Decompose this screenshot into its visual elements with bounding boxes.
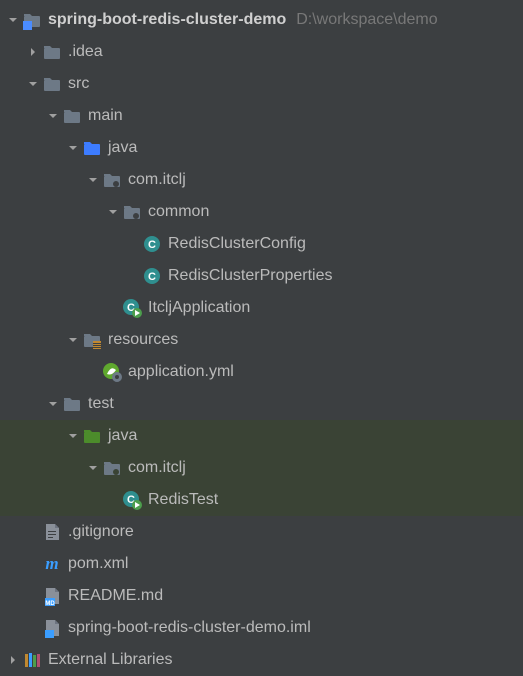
source-folder-icon [82, 138, 102, 158]
class-icon: C [142, 266, 162, 286]
tree-row-file[interactable]: C RedisClusterConfig [0, 228, 523, 260]
tree-row-file[interactable]: C RedisClusterProperties [0, 260, 523, 292]
tree-label: com.itclj [128, 459, 186, 477]
package-icon [122, 202, 142, 222]
libraries-icon [22, 650, 42, 670]
project-path: D:\workspace\demo [296, 11, 437, 29]
tree-row-external-libraries[interactable]: External Libraries [0, 644, 523, 676]
tree-row-src[interactable]: src [0, 68, 523, 100]
tree-row-common[interactable]: common [0, 196, 523, 228]
markdown-icon: MD [42, 586, 62, 606]
tree-label: java [108, 139, 137, 157]
chevron-down-icon[interactable] [44, 399, 62, 409]
tree-row-file[interactable]: C RedisTest [0, 484, 523, 516]
folder-icon [62, 394, 82, 414]
tree-label: resources [108, 331, 178, 349]
class-runnable-icon: C [122, 490, 142, 510]
folder-icon [42, 74, 62, 94]
folder-icon [62, 106, 82, 126]
tree-row-java-test[interactable]: java [0, 420, 523, 452]
chevron-down-icon[interactable] [104, 207, 122, 217]
module-folder-icon [22, 10, 42, 30]
tree-label: common [148, 203, 209, 221]
text-file-icon [42, 522, 62, 542]
svg-text:C: C [148, 271, 156, 283]
class-runnable-icon: C [122, 298, 142, 318]
chevron-down-icon[interactable] [84, 175, 102, 185]
tree-row-package-main[interactable]: com.itclj [0, 164, 523, 196]
tree-label: RedisTest [148, 491, 218, 509]
tree-label: .idea [68, 43, 103, 61]
tree-label: spring-boot-redis-cluster-demo.iml [68, 619, 311, 637]
project-name: spring-boot-redis-cluster-demo [48, 11, 286, 29]
tree-label: application.yml [128, 363, 234, 381]
resources-folder-icon [82, 330, 102, 350]
tree-row-resources[interactable]: resources [0, 324, 523, 356]
tree-row-java-main[interactable]: java [0, 132, 523, 164]
svg-text:MD: MD [45, 601, 55, 606]
package-icon [102, 170, 122, 190]
tree-row-file[interactable]: application.yml [0, 356, 523, 388]
tree-label: RedisClusterProperties [168, 267, 333, 285]
tree-label: .gitignore [68, 523, 134, 541]
module-file-icon [42, 618, 62, 638]
tree-label: java [108, 427, 137, 445]
project-tree: spring-boot-redis-cluster-demo D:\worksp… [0, 0, 523, 676]
tree-row-project-root[interactable]: spring-boot-redis-cluster-demo D:\worksp… [0, 4, 523, 36]
tree-row-main[interactable]: main [0, 100, 523, 132]
tree-label: ItcljApplication [148, 299, 250, 317]
tree-row-test[interactable]: test [0, 388, 523, 420]
tree-label: test [88, 395, 114, 413]
tree-label: README.md [68, 587, 163, 605]
folder-icon [42, 42, 62, 62]
tree-label: RedisClusterConfig [168, 235, 306, 253]
chevron-down-icon[interactable] [24, 79, 42, 89]
chevron-right-icon[interactable] [24, 47, 42, 57]
tree-label: pom.xml [68, 555, 128, 573]
tree-row-package-test[interactable]: com.itclj [0, 452, 523, 484]
chevron-down-icon[interactable] [44, 111, 62, 121]
tree-label: src [68, 75, 89, 93]
chevron-down-icon[interactable] [84, 463, 102, 473]
tree-row-file[interactable]: C ItcljApplication [0, 292, 523, 324]
svg-text:C: C [148, 239, 156, 251]
tree-row-file[interactable]: m pom.xml [0, 548, 523, 580]
tree-row-file[interactable]: MD README.md [0, 580, 523, 612]
package-icon [102, 458, 122, 478]
chevron-down-icon[interactable] [64, 335, 82, 345]
tree-row-idea[interactable]: .idea [0, 36, 523, 68]
tree-label: External Libraries [48, 651, 173, 669]
chevron-down-icon[interactable] [4, 15, 22, 25]
chevron-right-icon[interactable] [4, 655, 22, 665]
tree-label: com.itclj [128, 171, 186, 189]
tree-row-file[interactable]: .gitignore [0, 516, 523, 548]
tree-label: main [88, 107, 123, 125]
test-source-folder-icon [82, 426, 102, 446]
tree-row-file[interactable]: spring-boot-redis-cluster-demo.iml [0, 612, 523, 644]
chevron-down-icon[interactable] [64, 431, 82, 441]
spring-config-icon [102, 362, 122, 382]
class-icon: C [142, 234, 162, 254]
chevron-down-icon[interactable] [64, 143, 82, 153]
maven-icon: m [42, 554, 62, 574]
